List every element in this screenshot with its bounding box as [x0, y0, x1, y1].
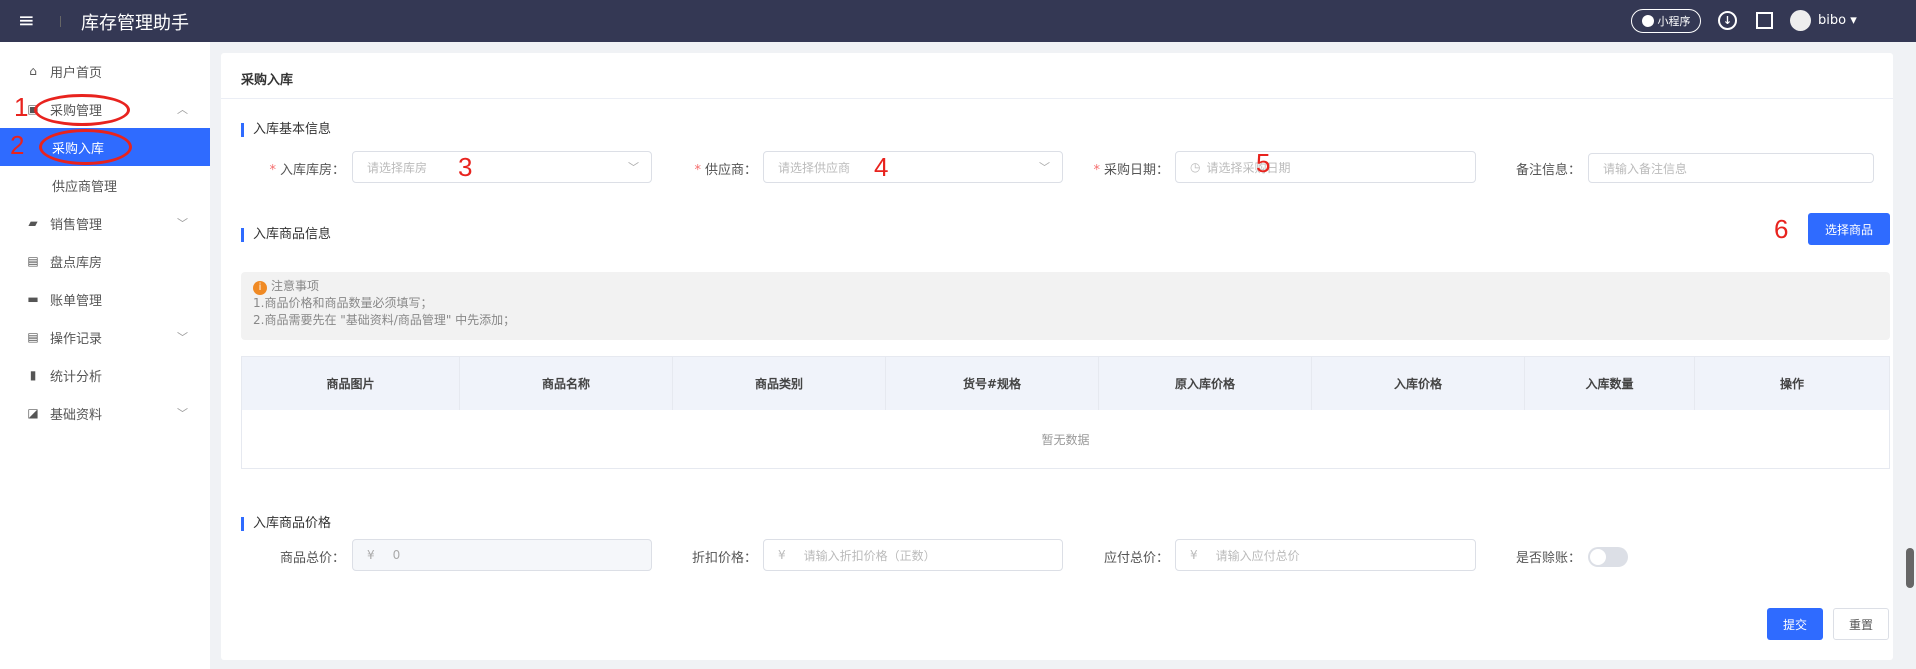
annotation-number: 4: [874, 152, 889, 182]
sidebar-item-label: 统计分析: [50, 369, 103, 385]
user-menu[interactable]: bibo ▾: [1818, 13, 1857, 28]
chevron-down-icon: ﹀: [628, 161, 639, 174]
notice-box: i 注意事项 1.商品价格和商品数量必须填写； 2.商品需要先在 "基础资料/商品…: [241, 272, 1890, 340]
sidebar-item-label: 账单管理: [50, 293, 103, 309]
chevron-up-icon: ︿: [177, 103, 188, 116]
sidebar-item-inventory[interactable]: ▤ 盘点库房: [0, 242, 210, 280]
scrollbar-thumb[interactable]: [1906, 548, 1914, 588]
goods-table: 商品图片 商品名称 商品类别 货号#规格 原入库价格 入库价格 入库数量 操作 …: [241, 356, 1890, 469]
username: bibo: [1818, 13, 1847, 28]
wallet-icon: ▬: [27, 292, 39, 306]
column-header: 商品名称: [460, 357, 673, 410]
section-title-goods: 入库商品信息: [241, 228, 331, 242]
credit-toggle[interactable]: [1588, 547, 1628, 567]
column-header: 货号#规格: [886, 357, 1099, 410]
table-header: 商品图片 商品名称 商品类别 货号#规格 原入库价格 入库价格 入库数量 操作: [242, 357, 1889, 410]
select-goods-button[interactable]: 选择商品: [1808, 213, 1890, 245]
menu-toggle-icon[interactable]: ≡: [18, 10, 36, 31]
column-header: 入库数量: [1525, 357, 1695, 410]
line-chart-icon: ◪: [27, 406, 39, 420]
supplier-label: * 供应商：: [694, 163, 757, 178]
column-header: 商品图片: [242, 357, 460, 410]
remark-textarea[interactable]: 请输入备注信息: [1588, 153, 1874, 183]
annotation-number: 1: [14, 92, 29, 122]
annotation-number: 2: [10, 130, 25, 160]
notice-line: 2.商品需要先在 "基础资料/商品管理" 中先添加；: [253, 313, 516, 327]
record-icon: ▤: [27, 330, 39, 344]
column-header: 原入库价格: [1099, 357, 1312, 410]
sidebar-item-label: 用户首页: [50, 65, 103, 81]
sidebar-item-label: 销售管理: [50, 217, 103, 233]
mini-program-icon: [1641, 15, 1654, 27]
section-title-price: 入库商品价格: [241, 517, 331, 531]
annotation-number: 5: [1256, 148, 1271, 178]
sidebar-item-label: 供应商管理: [52, 179, 118, 195]
discount-label: 折扣价格：: [691, 551, 757, 566]
section-title-basic: 入库基本信息: [241, 123, 331, 137]
column-header: 入库价格: [1312, 357, 1525, 410]
sidebar-item-basic-data[interactable]: ◪ 基础资料 ﹀: [0, 394, 210, 432]
annotation-ellipse: [34, 94, 130, 126]
home-icon: ⌂: [29, 64, 37, 78]
page-title: 采购入库: [241, 73, 294, 88]
mini-program-label: 小程序: [1657, 15, 1691, 28]
column-header: 商品类别: [673, 357, 886, 410]
clock-icon: ◷: [1190, 160, 1201, 174]
bar-chart-icon: ▮: [29, 368, 37, 382]
reset-button[interactable]: 重置: [1833, 608, 1889, 640]
fullscreen-icon[interactable]: [1756, 12, 1773, 29]
notice-line: 1.商品价格和商品数量必须填写；: [253, 296, 433, 310]
notice-title: 注意事项: [271, 279, 320, 293]
annotation-number: 6: [1774, 214, 1789, 244]
annotation-ellipse: [39, 129, 132, 165]
sidebar-item-label: 盘点库房: [50, 255, 103, 271]
sidebar-item-label: 操作记录: [50, 331, 103, 347]
warehouse-label: * 入库库房：: [269, 163, 345, 178]
content-card: 采购入库 入库基本信息 * 入库库房： 请选择库房 ﹀ * 供应商： 请选择供应商 ﹀ …: [221, 53, 1893, 660]
app-title: 库存管理助手: [81, 13, 189, 34]
sidebar-item-bills[interactable]: ▬ 账单管理: [0, 280, 210, 318]
clipboard-icon: ▤: [27, 254, 39, 268]
total-price-input: ¥0: [352, 539, 652, 571]
divider: [221, 98, 1893, 99]
sidebar-item-label: 基础资料: [50, 407, 103, 423]
submit-button[interactable]: 提交: [1767, 608, 1823, 640]
total-label: 商品总价：: [279, 551, 345, 566]
supplier-select[interactable]: 请选择供应商 ﹀: [763, 151, 1063, 183]
annotation-number: 3: [458, 152, 473, 182]
sidebar-item-home[interactable]: ⌂ 用户首页: [0, 52, 210, 90]
column-header: 操作: [1779, 377, 1804, 391]
header-divider: [60, 16, 61, 27]
empty-text: 暂无数据: [1041, 432, 1090, 447]
date-picker[interactable]: ◷ 请选择采购日期: [1175, 151, 1476, 183]
chevron-down-icon: ﹀: [177, 407, 188, 420]
chevron-down-icon: ﹀: [177, 331, 188, 344]
ticket-icon: ▰: [28, 216, 38, 230]
warehouse-select[interactable]: 请选择库房 ﹀: [352, 151, 652, 183]
credit-label: 是否赊账：: [1515, 551, 1581, 566]
info-icon: i: [253, 281, 267, 295]
chevron-down-icon: ﹀: [1039, 161, 1050, 174]
discount-price-input[interactable]: ¥ 请输入折扣价格（正数）: [763, 539, 1063, 571]
caret-down-icon: ▾: [1846, 13, 1857, 28]
avatar[interactable]: [1790, 10, 1811, 31]
chevron-down-icon: ﹀: [177, 217, 188, 230]
top-header: ≡ 库存管理助手 小程序 ↓ bibo ▾: [0, 0, 1916, 42]
sidebar-item-records[interactable]: ▤ 操作记录 ﹀: [0, 318, 210, 356]
mini-program-button[interactable]: 小程序: [1631, 9, 1701, 33]
payable-label: 应付总价：: [1103, 551, 1169, 566]
sidebar-item-sales[interactable]: ▰ 销售管理 ﹀: [0, 204, 210, 242]
remark-label: 备注信息：: [1515, 163, 1581, 178]
date-label: * 采购日期：: [1093, 163, 1169, 178]
download-icon[interactable]: ↓: [1718, 11, 1737, 30]
sidebar-item-supplier[interactable]: 供应商管理: [0, 166, 210, 204]
sidebar-item-statistics[interactable]: ▮ 统计分析: [0, 356, 210, 394]
payable-price-input[interactable]: ¥ 请输入应付总价: [1175, 539, 1476, 571]
